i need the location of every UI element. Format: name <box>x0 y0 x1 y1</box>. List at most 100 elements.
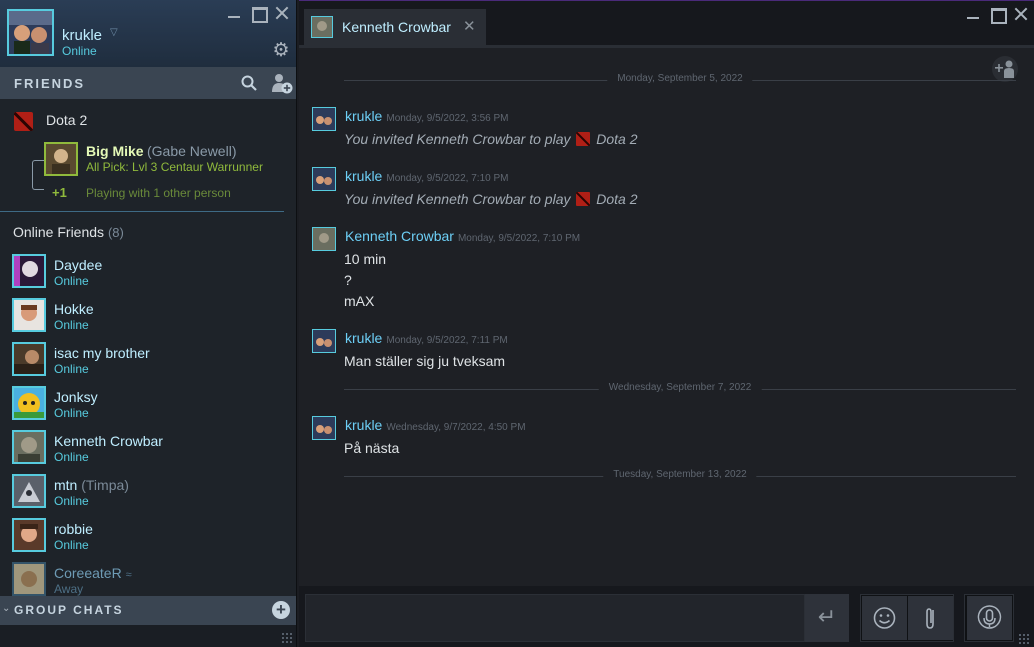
chat-input-area: ↵ <box>299 586 1034 647</box>
resize-grip-icon[interactable] <box>1018 633 1030 645</box>
message-text: Man ställer sig ju tveksam <box>344 353 506 369</box>
sender-avatar[interactable] <box>312 416 336 440</box>
game-group-title[interactable]: Dota 2 <box>46 112 87 128</box>
sender-name[interactable]: krukle Wednesday, 9/7/2022, 4:50 PM <box>345 417 526 433</box>
friend-avatar[interactable] <box>44 142 78 176</box>
sender-name[interactable]: krukle Monday, 9/5/2022, 7:10 PM <box>345 168 508 184</box>
microphone-icon <box>977 605 1002 629</box>
voice-chat <box>964 594 1014 642</box>
maximize-icon[interactable] <box>990 7 1007 24</box>
friend-status: Online <box>54 538 89 552</box>
chat-panel: Kenneth Crowbar ✕ Monday, September 5, 2… <box>299 0 1034 647</box>
friend-avatar[interactable] <box>12 254 46 288</box>
send-button[interactable]: ↵ <box>805 594 849 642</box>
window-controls <box>966 7 1028 24</box>
resize-grip-icon[interactable] <box>281 632 293 644</box>
sender-name[interactable]: Kenneth Crowbar Monday, 9/5/2022, 7:10 PM <box>345 228 580 244</box>
friend-avatar[interactable] <box>12 430 46 464</box>
friends-panel: krukle ▽ Online ⚙ FRIENDS Dota 2 Big Mik… <box>0 0 297 647</box>
friend-item[interactable]: mtn (Timpa) Online <box>0 472 296 516</box>
away-icon: ≈ <box>125 569 132 581</box>
dota2-icon <box>576 192 591 206</box>
friend-name: Hokke <box>54 301 94 317</box>
sender-name[interactable]: krukle Monday, 9/5/2022, 7:11 PM <box>345 330 508 346</box>
chat-tools <box>860 594 954 642</box>
add-group-icon[interactable]: + <box>272 601 290 619</box>
minimize-icon[interactable] <box>966 7 980 21</box>
rich-presence: All Pick: Lvl 3 Centaur Warrunner <box>86 160 263 174</box>
sender-avatar[interactable] <box>312 167 336 191</box>
friend-avatar[interactable] <box>12 518 46 552</box>
friend-avatar[interactable] <box>12 342 46 376</box>
party-count[interactable]: +1 <box>52 185 67 200</box>
in-game-group: Dota 2 Big Mike (Gabe Newell) All Pick: … <box>0 100 296 212</box>
friend-item[interactable]: Jonksy Online <box>0 384 296 428</box>
friend-name: CoreeateR ≈ <box>54 565 132 581</box>
close-icon[interactable]: ✕ <box>463 17 476 35</box>
tab-avatar <box>311 16 333 38</box>
sender-avatar[interactable] <box>312 329 336 353</box>
divider <box>0 211 284 212</box>
message-text: You invited Kenneth Crowbar to play Dota… <box>344 191 638 207</box>
date-divider: Monday, September 5, 2022 <box>344 73 1016 87</box>
chevron-down-icon[interactable]: ▽ <box>110 27 118 38</box>
friend-status: Online <box>54 450 89 464</box>
chat-input[interactable] <box>305 594 805 642</box>
voice-button[interactable] <box>967 596 1012 640</box>
sender-avatar[interactable] <box>312 227 336 251</box>
friend-name: Jonksy <box>54 389 98 405</box>
self-avatar[interactable] <box>7 9 54 56</box>
friend-item[interactable]: robbie Online <box>0 516 296 560</box>
friend-status: Away <box>54 582 84 596</box>
friend-item[interactable]: Kenneth Crowbar Online <box>0 428 296 472</box>
friend-name: isac my brother <box>54 345 150 361</box>
sender-name[interactable]: krukle Monday, 9/5/2022, 3:56 PM <box>345 108 508 124</box>
dota2-icon <box>14 112 33 131</box>
close-icon[interactable] <box>275 6 289 20</box>
friend-nickname: (Gabe Newell) <box>147 143 237 159</box>
group-chats-bar[interactable]: ⌄ GROUP CHATS + <box>0 596 296 625</box>
add-friend-icon[interactable] <box>271 72 293 94</box>
chat-tab[interactable]: Kenneth Crowbar ✕ <box>304 9 486 45</box>
maximize-icon[interactable] <box>251 6 268 23</box>
online-friends-count: (8) <box>107 225 124 240</box>
send-icon: ↵ <box>817 604 837 629</box>
friend-name: Daydee <box>54 257 103 273</box>
close-icon[interactable] <box>1014 7 1028 21</box>
minimize-icon[interactable] <box>227 6 241 20</box>
message-text: ? <box>344 272 352 288</box>
friend-avatar[interactable] <box>12 298 46 332</box>
friend-name: Kenneth Crowbar <box>54 433 163 449</box>
friend-avatar[interactable] <box>12 562 46 596</box>
friend-item[interactable]: Daydee Online <box>0 252 296 296</box>
friend-name[interactable]: Big Mike <box>86 143 144 159</box>
emoticon-icon <box>873 607 896 629</box>
message-log: Monday, September 5, 2022 krukle Monday, … <box>299 49 1034 585</box>
gear-icon[interactable]: ⚙ <box>271 41 291 61</box>
friend-list: Daydee Online Hokke Online isac my broth… <box>0 252 296 596</box>
attach-button[interactable] <box>908 596 953 640</box>
sender-avatar[interactable] <box>312 107 336 131</box>
friend-avatar[interactable] <box>12 386 46 420</box>
message-text: 10 min <box>344 251 387 267</box>
dota2-icon <box>576 132 591 146</box>
friend-item[interactable]: CoreeateR ≈ Away <box>0 560 296 596</box>
window-controls <box>227 6 289 23</box>
friend-name: mtn (Timpa) <box>54 477 129 493</box>
friend-name: robbie <box>54 521 93 537</box>
friend-item[interactable]: Hokke Online <box>0 296 296 340</box>
message-text: På nästa <box>344 440 400 456</box>
message-text: mAX <box>344 293 375 309</box>
user-header: krukle ▽ Online ⚙ <box>0 0 296 67</box>
search-icon[interactable] <box>241 75 257 91</box>
friend-status: Online <box>54 362 89 376</box>
self-name[interactable]: krukle <box>62 27 102 44</box>
online-friends-label: Online Friends <box>13 224 105 240</box>
friend-status: Online <box>54 494 89 508</box>
emoticon-button[interactable] <box>862 596 907 640</box>
date-divider: Tuesday, September 13, 2022 <box>344 469 1016 483</box>
online-friends-header[interactable]: Online Friends (8) <box>13 224 124 240</box>
friend-item[interactable]: isac my brother Online <box>0 340 296 384</box>
friend-avatar[interactable] <box>12 474 46 508</box>
chevron-down-icon[interactable]: ⌄ <box>2 603 10 614</box>
